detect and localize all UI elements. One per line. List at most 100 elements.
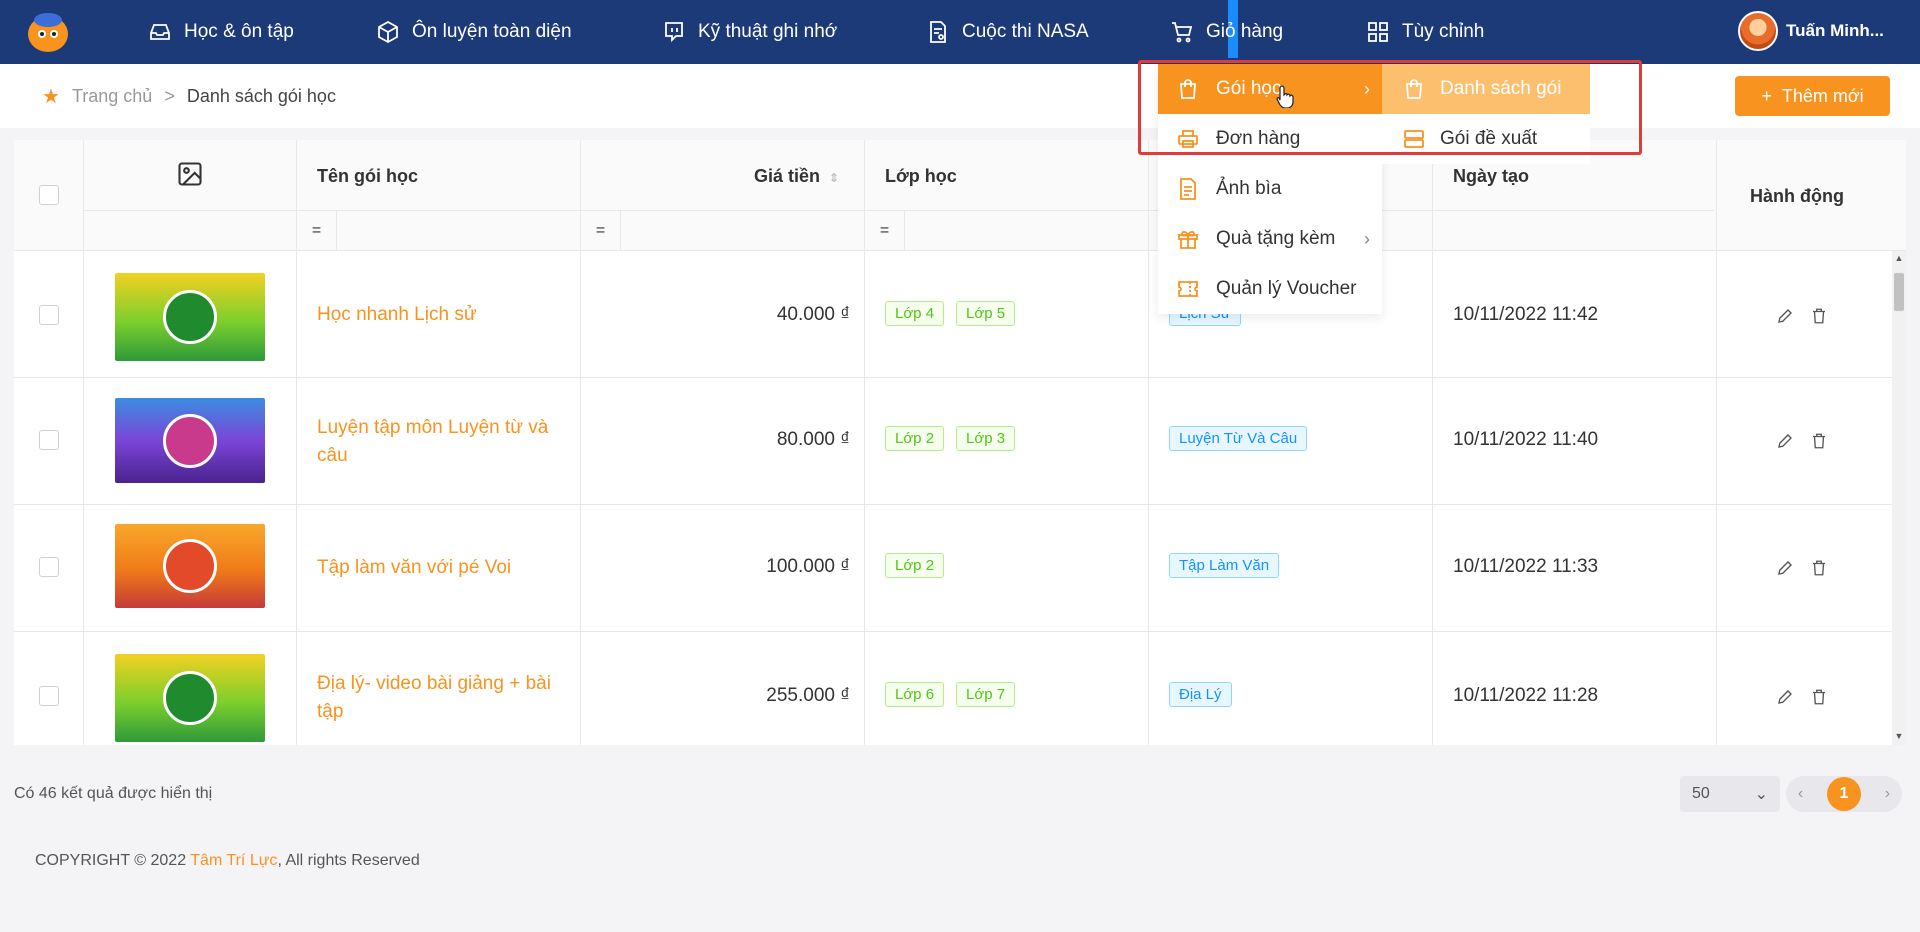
- grid-icon: [1368, 22, 1388, 42]
- hand-cursor-icon: [1276, 85, 1294, 108]
- menu-item-don-hang[interactable]: Đơn hàng: [1158, 114, 1382, 164]
- submenu-item-danh-sach-goi[interactable]: Danh sách gói: [1382, 64, 1590, 114]
- add-new-button[interactable]: + Thêm mới: [1735, 76, 1890, 116]
- breadcrumb: ★ Trang chủ > Danh sách gói học: [42, 64, 336, 128]
- filter-price[interactable]: =: [581, 211, 865, 251]
- row-checkbox[interactable]: [39, 557, 59, 577]
- add-new-label: Thêm mới: [1781, 85, 1864, 106]
- scroll-down-icon[interactable]: ▼: [1894, 731, 1904, 741]
- header-price[interactable]: Giá tiền ⇕: [754, 166, 839, 187]
- trash-icon[interactable]: [1810, 307, 1828, 325]
- edit-icon[interactable]: [1776, 688, 1794, 706]
- breadcrumb-separator: >: [164, 85, 175, 106]
- logo[interactable]: [24, 10, 72, 54]
- row-checkbox[interactable]: [39, 430, 59, 450]
- next-page-icon[interactable]: ›: [1885, 785, 1890, 803]
- printer-icon: [1178, 130, 1198, 148]
- nav-item-tuy-chinh[interactable]: Tùy chỉnh: [1366, 0, 1484, 64]
- copyright-suffix: , All rights Reserved: [277, 852, 420, 869]
- package-price: 80.000 ₫: [776, 429, 850, 450]
- package-name[interactable]: Tập làm văn với pé Voi: [317, 554, 557, 582]
- package-price: 100.000 ₫: [766, 556, 850, 577]
- subject-tag: Luyện Từ Và Câu: [1169, 426, 1308, 451]
- class-tag: Lớp 2: [885, 553, 945, 578]
- cart-icon: [1172, 22, 1193, 43]
- prev-page-icon[interactable]: ‹: [1798, 785, 1803, 803]
- thumbnail-emblem: [163, 413, 217, 468]
- edit-icon[interactable]: [1776, 559, 1794, 577]
- user-name: Tuấn Minh...: [1786, 21, 1884, 40]
- scroll-up-icon[interactable]: ▲: [1894, 253, 1904, 263]
- filter-name[interactable]: =: [297, 211, 581, 251]
- filter-operator[interactable]: =: [581, 211, 621, 251]
- header-name[interactable]: Tên gói học: [317, 166, 418, 187]
- page-number[interactable]: 1: [1827, 777, 1861, 811]
- menu-item-label: Quản lý Voucher: [1216, 278, 1357, 299]
- subject-tag: Tập Làm Văn: [1169, 553, 1280, 578]
- chevron-right-icon: ›: [1364, 78, 1370, 99]
- header-created[interactable]: Ngày tạo: [1453, 166, 1529, 187]
- page-header: ★ Trang chủ > Danh sách gói học: [0, 64, 1920, 128]
- nav-item-label: Giỏ hàng: [1206, 21, 1284, 42]
- copyright-brand-link[interactable]: Tâm Trí Lực: [190, 852, 277, 869]
- trash-icon[interactable]: [1810, 559, 1828, 577]
- package-name[interactable]: Học nhanh Lịch sử: [317, 301, 557, 329]
- package-name[interactable]: Luyện tập môn Luyện từ và câu: [317, 414, 557, 470]
- user-menu[interactable]: Tuấn Minh...: [1738, 11, 1884, 51]
- row-actions: [1776, 307, 1828, 325]
- select-all-checkbox[interactable]: [39, 185, 59, 205]
- sort-icon[interactable]: ⇕: [829, 171, 839, 185]
- filter-operator[interactable]: =: [865, 211, 905, 251]
- avatar: [1738, 11, 1778, 51]
- breadcrumb-current: Danh sách gói học: [186, 85, 336, 106]
- edit-icon[interactable]: [1776, 307, 1794, 325]
- nav-item-label: Tùy chỉnh: [1402, 21, 1485, 42]
- goi-hoc-submenu: Danh sách gói Gói đề xuất: [1382, 64, 1590, 164]
- menu-item-label: Quà tặng kèm: [1216, 228, 1336, 249]
- row-checkbox[interactable]: [39, 686, 59, 706]
- copyright-prefix: COPYRIGHT © 2022: [35, 852, 191, 869]
- menu-item-anh-bia[interactable]: Ảnh bìa: [1158, 164, 1382, 214]
- menu-item-label: Đơn hàng: [1216, 128, 1301, 149]
- filter-class[interactable]: =: [865, 211, 1149, 251]
- thumbnail-emblem: [163, 671, 217, 725]
- filter-operator[interactable]: =: [297, 211, 337, 251]
- menu-item-label: Gói học: [1216, 78, 1282, 99]
- created-date: 10/11/2022 11:33: [1453, 556, 1599, 577]
- table-row[interactable]: Học nhanh Lịch sử 40.000 ₫ Lớp 4 Lớp 5 L…: [14, 251, 1892, 378]
- ticket-icon: [1178, 281, 1198, 297]
- edit-icon[interactable]: [1776, 432, 1794, 450]
- scrollbar-thumb[interactable]: [1894, 273, 1904, 311]
- nav-item-gio-hang[interactable]: Giỏ hàng: [1170, 0, 1283, 64]
- submenu-item-goi-de-xuat[interactable]: Gói đề xuất: [1382, 114, 1590, 164]
- trash-icon[interactable]: [1810, 688, 1828, 706]
- row-actions: [1776, 688, 1828, 706]
- class-tags: Lớp 4 Lớp 5: [885, 301, 1016, 326]
- copyright: COPYRIGHT © 2022 Tâm Trí Lực, All rights…: [35, 852, 420, 870]
- class-tag: Lớp 3: [956, 426, 1016, 451]
- shopping-bag-icon: [1180, 79, 1196, 99]
- breadcrumb-home[interactable]: Trang chủ: [72, 86, 152, 107]
- subject-tag: Địa Lý: [1169, 682, 1232, 707]
- page-size-select[interactable]: 50 ⌄: [1680, 776, 1780, 812]
- table-row[interactable]: Tập làm văn với pé Voi 100.000 ₫ Lớp 2 T…: [14, 505, 1892, 632]
- package-thumbnail: [115, 524, 265, 608]
- nav-item-on-luyen[interactable]: Ôn luyện toàn diện: [376, 0, 572, 64]
- table-scrollbar[interactable]: ▲ ▼: [1892, 251, 1906, 745]
- menu-item-qua-tang[interactable]: Quà tặng kèm ›: [1158, 214, 1382, 264]
- menu-item-goi-hoc[interactable]: Gói học ›: [1158, 64, 1382, 114]
- nav-item-hoc-on-tap[interactable]: Học & ôn tập: [148, 0, 294, 64]
- file-text-icon: [1180, 178, 1196, 200]
- table-row[interactable]: Luyện tập môn Luyện từ và câu 80.000 ₫ L…: [14, 378, 1892, 505]
- trash-icon[interactable]: [1810, 432, 1828, 450]
- header-class[interactable]: Lớp học: [885, 166, 957, 187]
- table-row[interactable]: Địa lý- video bài giảng + bài tập 255.00…: [14, 632, 1892, 745]
- package-name[interactable]: Địa lý- video bài giảng + bài tập: [317, 670, 557, 726]
- row-actions: [1776, 432, 1828, 450]
- nav-item-ky-thuat[interactable]: Kỹ thuật ghi nhớ: [662, 0, 837, 64]
- shopping-bag-icon: [1406, 79, 1422, 99]
- menu-item-voucher[interactable]: Quản lý Voucher: [1158, 264, 1382, 314]
- cart-dropdown-menu: Gói học › Đơn hàng Ảnh bìa Quà tặng kèm …: [1158, 64, 1382, 314]
- nav-item-cuoc-thi[interactable]: Cuộc thi NASA: [926, 0, 1089, 64]
- row-checkbox[interactable]: [39, 305, 59, 325]
